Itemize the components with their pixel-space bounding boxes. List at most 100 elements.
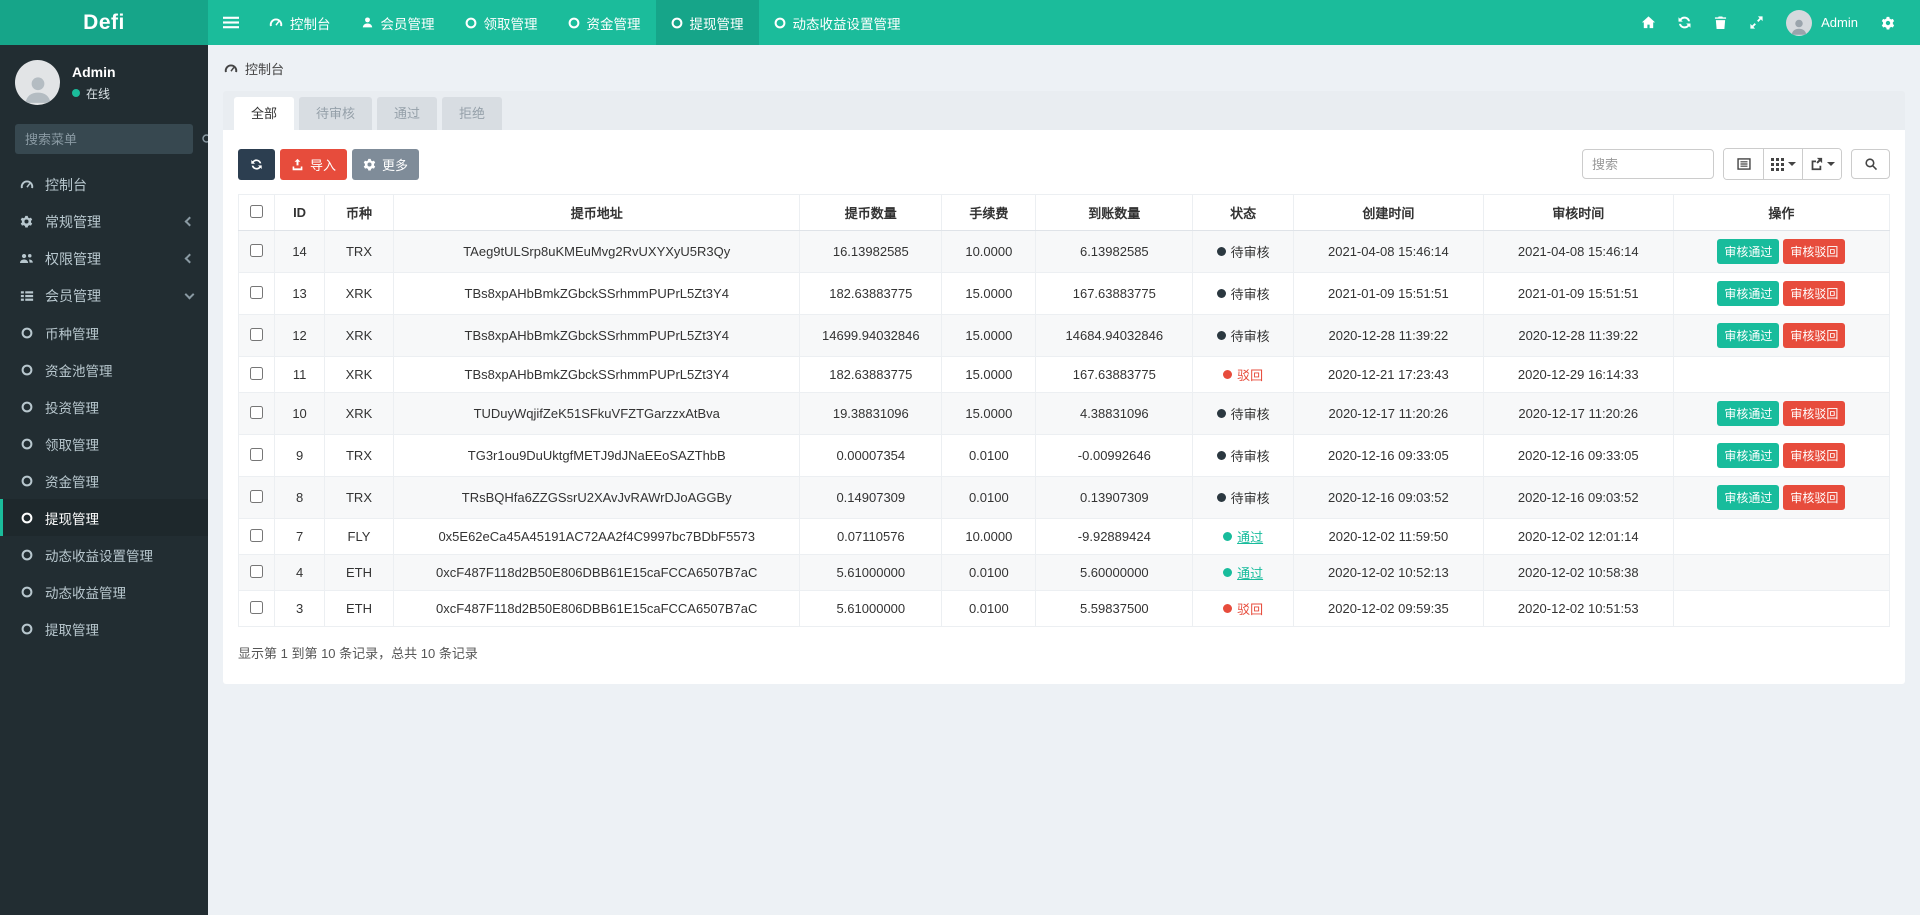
reject-button[interactable]: 审核驳回 bbox=[1783, 323, 1845, 348]
search-button[interactable] bbox=[1851, 149, 1890, 179]
row-checkbox[interactable] bbox=[250, 244, 263, 257]
ring-icon bbox=[21, 549, 33, 561]
sidebar-item-investment-management[interactable]: 投资管理 bbox=[0, 388, 208, 425]
cell-coin: ETH bbox=[324, 555, 393, 591]
sidebar-item-claim-management[interactable]: 领取管理 bbox=[0, 425, 208, 462]
topnav-item-claims[interactable]: 领取管理 bbox=[450, 0, 553, 45]
sidebar-search-input[interactable] bbox=[25, 132, 201, 147]
approve-button[interactable]: 审核通过 bbox=[1717, 323, 1779, 348]
approve-button[interactable]: 审核通过 bbox=[1717, 239, 1779, 264]
sidebar-item-fund-management[interactable]: 资金管理 bbox=[0, 462, 208, 499]
settings-button[interactable] bbox=[1870, 0, 1906, 45]
import-button[interactable]: 导入 bbox=[280, 149, 347, 180]
row-select-cell bbox=[239, 477, 275, 519]
reject-button[interactable]: 审核驳回 bbox=[1783, 239, 1845, 264]
cell-reviewed: 2020-12-28 11:39:22 bbox=[1483, 315, 1673, 357]
refresh-icon bbox=[1677, 15, 1692, 30]
col-amount: 提币数量 bbox=[800, 195, 942, 231]
menu-label: 动态收益管理 bbox=[45, 582, 126, 602]
grid-icon bbox=[1771, 158, 1774, 161]
row-select-cell bbox=[239, 519, 275, 555]
tab-pending[interactable]: 待审核 bbox=[299, 97, 372, 130]
sidebar-user-status: 在线 bbox=[72, 85, 116, 102]
user-menu[interactable]: Admin bbox=[1774, 0, 1870, 45]
row-checkbox[interactable] bbox=[250, 328, 263, 341]
status-dot-icon bbox=[1217, 409, 1226, 418]
sidebar-item-permissions[interactable]: 权限管理 bbox=[0, 240, 208, 277]
sidebar-item-coin-management[interactable]: 币种管理 bbox=[0, 314, 208, 351]
columns-button[interactable] bbox=[1763, 149, 1802, 179]
row-checkbox[interactable] bbox=[250, 406, 263, 419]
refresh-button[interactable] bbox=[238, 149, 275, 180]
tab-approved[interactable]: 通过 bbox=[377, 97, 437, 130]
ring-icon bbox=[671, 17, 683, 29]
trash-button[interactable] bbox=[1702, 0, 1738, 45]
row-select-cell bbox=[239, 555, 275, 591]
status-label: 通过 bbox=[1237, 527, 1263, 546]
row-checkbox[interactable] bbox=[250, 565, 263, 578]
reject-button[interactable]: 审核驳回 bbox=[1783, 401, 1845, 426]
cell-coin: XRK bbox=[324, 357, 393, 393]
topnav-item-members[interactable]: 会员管理 bbox=[346, 0, 450, 45]
table-search-input[interactable] bbox=[1582, 149, 1714, 179]
tab-all[interactable]: 全部 bbox=[234, 97, 294, 130]
approve-button[interactable]: 审核通过 bbox=[1717, 401, 1779, 426]
cell-fee: 0.0100 bbox=[942, 435, 1036, 477]
status-pending: 待审核 bbox=[1217, 404, 1270, 423]
cell-received: 5.59837500 bbox=[1036, 591, 1193, 627]
sidebar-item-dynamic-income-settings[interactable]: 动态收益设置管理 bbox=[0, 536, 208, 573]
cell-reviewed: 2020-12-02 12:01:14 bbox=[1483, 519, 1673, 555]
status-approved[interactable]: 通过 bbox=[1223, 527, 1263, 546]
reject-button[interactable]: 审核驳回 bbox=[1783, 485, 1845, 510]
table-view-button-group bbox=[1723, 148, 1842, 180]
cell-fee: 15.0000 bbox=[942, 393, 1036, 435]
topnav-item-funds[interactable]: 资金管理 bbox=[553, 0, 656, 45]
export-button[interactable] bbox=[1802, 149, 1841, 179]
status-rejected[interactable]: 驳回 bbox=[1223, 365, 1263, 384]
sidebar-item-pool-management[interactable]: 资金池管理 bbox=[0, 351, 208, 388]
cell-created: 2021-01-09 15:51:51 bbox=[1293, 273, 1483, 315]
upload-icon bbox=[291, 158, 304, 171]
list-icon bbox=[20, 289, 34, 303]
row-checkbox[interactable] bbox=[250, 286, 263, 299]
sidebar-item-dynamic-income-management[interactable]: 动态收益管理 bbox=[0, 573, 208, 610]
row-checkbox[interactable] bbox=[250, 448, 263, 461]
tab-rejected[interactable]: 拒绝 bbox=[442, 97, 502, 130]
sidebar-item-withdrawal-management[interactable]: 提现管理 bbox=[0, 499, 208, 536]
search-icon bbox=[1864, 157, 1878, 171]
refresh-button[interactable] bbox=[1666, 0, 1702, 45]
sidebar-toggle-button[interactable] bbox=[208, 0, 254, 45]
fullscreen-button[interactable] bbox=[1738, 0, 1774, 45]
topnav-item-dynamic-income-settings[interactable]: 动态收益设置管理 bbox=[759, 0, 916, 45]
sidebar-item-general[interactable]: 常规管理 bbox=[0, 203, 208, 240]
reject-button[interactable]: 审核驳回 bbox=[1783, 281, 1845, 306]
status-rejected[interactable]: 驳回 bbox=[1223, 599, 1263, 618]
status-dot-icon bbox=[1217, 247, 1226, 256]
row-checkbox[interactable] bbox=[250, 367, 263, 380]
reject-button[interactable]: 审核驳回 bbox=[1783, 443, 1845, 468]
more-button[interactable]: 更多 bbox=[352, 149, 419, 180]
approve-button[interactable]: 审核通过 bbox=[1717, 443, 1779, 468]
approve-button[interactable]: 审核通过 bbox=[1717, 485, 1779, 510]
row-checkbox[interactable] bbox=[250, 601, 263, 614]
table-toolbar: 导入 更多 bbox=[238, 148, 1890, 180]
cell-status: 驳回 bbox=[1193, 591, 1294, 627]
breadcrumb-item[interactable]: 控制台 bbox=[245, 59, 284, 78]
row-checkbox[interactable] bbox=[250, 490, 263, 503]
status-approved[interactable]: 通过 bbox=[1223, 563, 1263, 582]
chevron-down-icon bbox=[185, 289, 195, 299]
topnav-item-dashboard[interactable]: 控制台 bbox=[254, 0, 346, 45]
avatar bbox=[15, 60, 60, 105]
home-button[interactable] bbox=[1630, 0, 1666, 45]
sidebar-item-dashboard[interactable]: 控制台 bbox=[0, 166, 208, 203]
topnav-item-withdrawals[interactable]: 提现管理 bbox=[656, 0, 759, 45]
sidebar-item-members[interactable]: 会员管理 bbox=[0, 277, 208, 314]
sidebar: Admin 在线 控制台 常规管理 权限管理 会员管理 bbox=[0, 45, 208, 915]
sidebar-item-extraction-management[interactable]: 提取管理 bbox=[0, 610, 208, 647]
table-row: 9TRXTG3r1ou9DuUktgfMETJ9dJNaEEoSAZThbB0.… bbox=[239, 435, 1890, 477]
gauge-icon bbox=[20, 178, 34, 192]
select-all-checkbox[interactable] bbox=[250, 205, 263, 218]
approve-button[interactable]: 审核通过 bbox=[1717, 281, 1779, 306]
pagination-toggle-button[interactable] bbox=[1724, 149, 1763, 179]
row-checkbox[interactable] bbox=[250, 529, 263, 542]
